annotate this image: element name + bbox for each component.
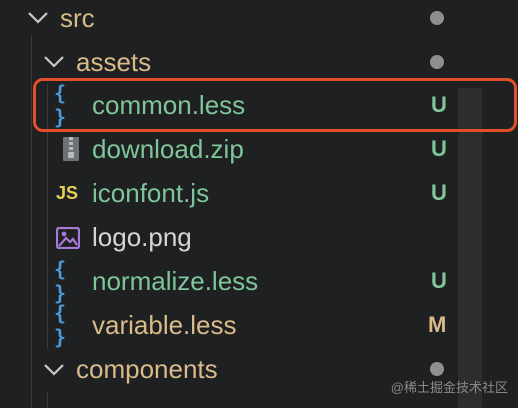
folder-status-dot bbox=[430, 11, 444, 25]
highlight-box bbox=[33, 78, 517, 132]
file-explorer-tree: src assets { } common.less U download.zi… bbox=[0, 0, 518, 408]
braces-icon: { } bbox=[54, 301, 68, 349]
indent-guide bbox=[31, 392, 32, 408]
indent-guide bbox=[31, 216, 32, 260]
watermark: @稀土掘金技术社区 bbox=[390, 380, 508, 395]
indent-guide bbox=[31, 84, 32, 128]
zip-icon bbox=[58, 134, 84, 164]
chevron-down-icon[interactable] bbox=[42, 358, 66, 382]
git-status-badge: U bbox=[431, 136, 447, 161]
git-status-badge: U bbox=[431, 268, 447, 293]
tree-item-label: variable.less bbox=[92, 310, 237, 340]
tree-item-src[interactable]: src bbox=[0, 0, 518, 40]
indent-guide bbox=[31, 172, 32, 216]
tree-item-label: iconfont.js bbox=[92, 178, 210, 208]
indent-guide bbox=[47, 216, 48, 260]
tree-item-label: assets bbox=[76, 47, 152, 77]
tree-item-download-zip[interactable]: download.zip U bbox=[0, 128, 518, 172]
folder-status-dot bbox=[430, 362, 444, 376]
tree-item-label: normalize.less bbox=[92, 266, 259, 296]
git-status-badge: U bbox=[431, 180, 447, 205]
tree-item-label: logo.png bbox=[92, 222, 192, 252]
indent-guide bbox=[31, 348, 32, 392]
chevron-down-icon[interactable] bbox=[42, 50, 66, 74]
tree-item-label: src bbox=[60, 3, 95, 33]
tree-item-label: components bbox=[76, 354, 218, 384]
tree-item-iconfont-js[interactable]: JS iconfont.js U bbox=[0, 172, 518, 216]
tree-item-logo-png[interactable]: logo.png bbox=[0, 216, 518, 260]
indent-guide bbox=[31, 304, 32, 348]
indent-guide bbox=[47, 128, 48, 172]
indent-guide bbox=[47, 260, 48, 304]
indent-guide bbox=[31, 128, 32, 172]
indent-guide bbox=[47, 392, 48, 408]
js-icon: JS bbox=[55, 182, 79, 203]
git-status-badge: M bbox=[428, 312, 447, 337]
folder-status-dot bbox=[430, 55, 444, 69]
indent-guide bbox=[47, 304, 48, 348]
braces-icon: { } bbox=[54, 257, 68, 305]
indent-guide bbox=[47, 172, 48, 216]
tree-item-normalize-less[interactable]: { } normalize.less U bbox=[0, 257, 518, 305]
chevron-down-icon[interactable] bbox=[26, 6, 50, 30]
tree-item-label: download.zip bbox=[92, 134, 244, 164]
indent-guide bbox=[31, 260, 32, 304]
tree-item-variable-less[interactable]: { } variable.less M bbox=[0, 301, 518, 349]
indent-guide bbox=[31, 36, 32, 84]
image-icon bbox=[55, 223, 81, 253]
scrollbar[interactable] bbox=[458, 88, 482, 408]
